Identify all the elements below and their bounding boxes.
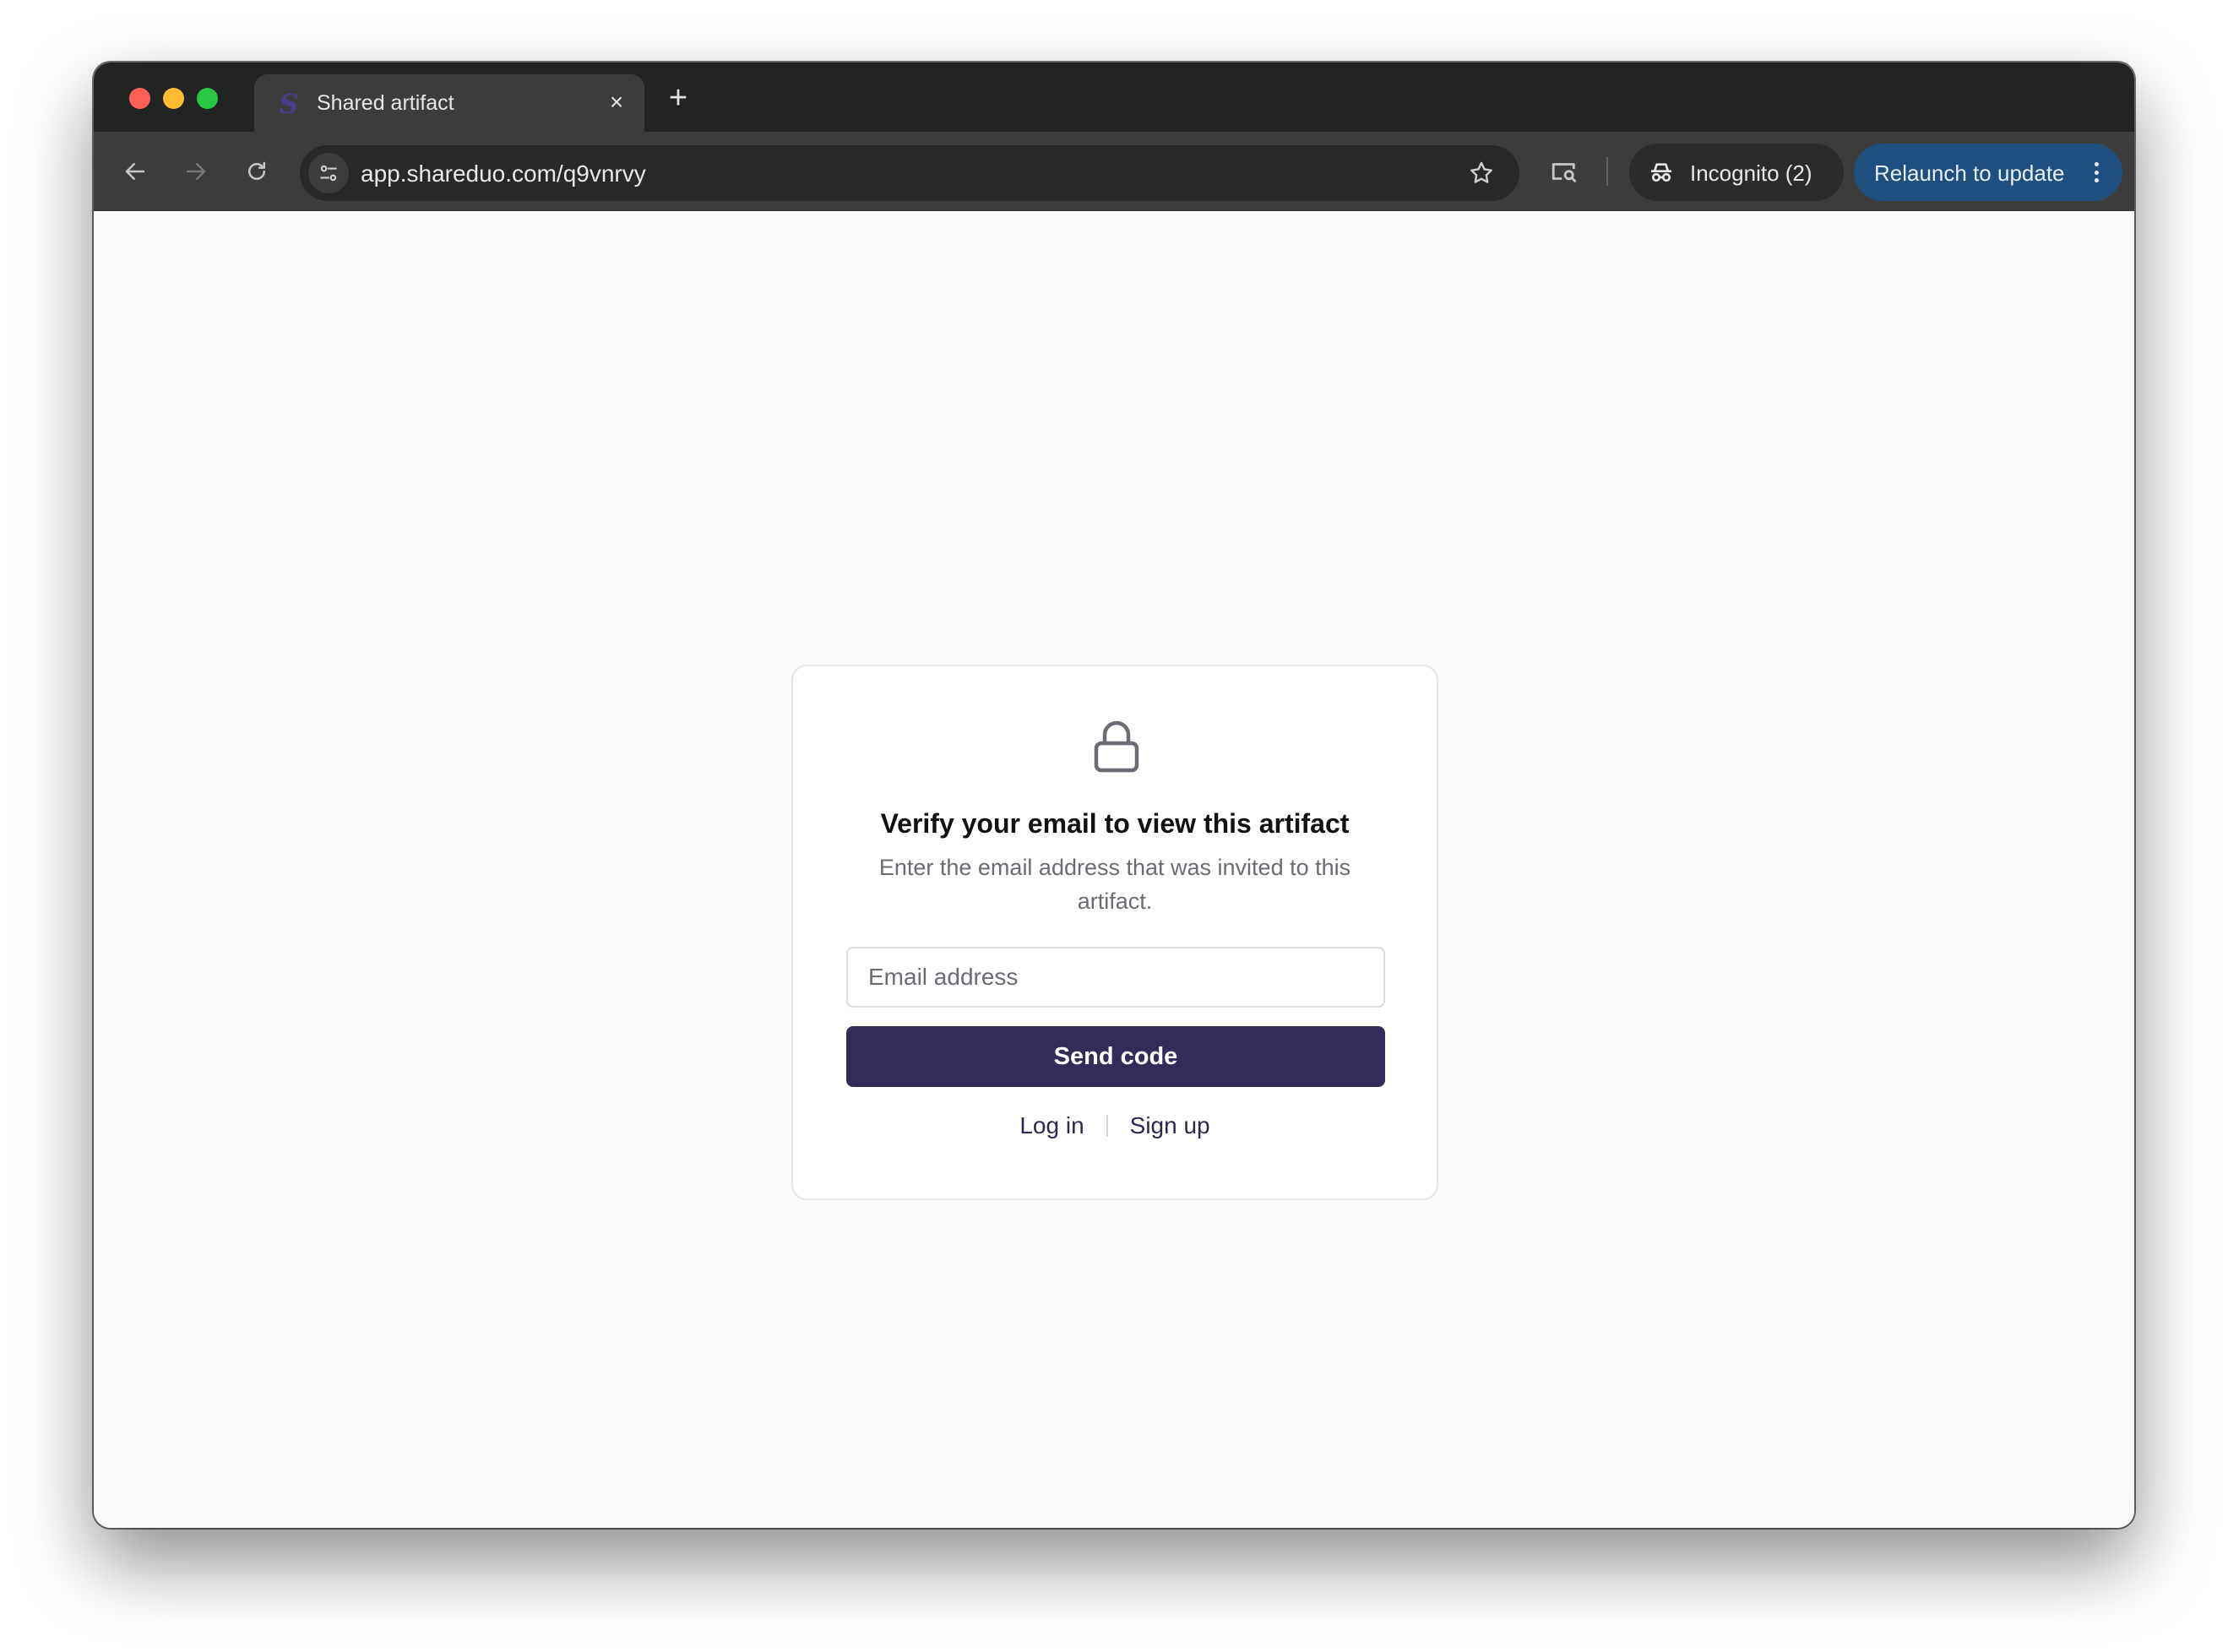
tab-shared-artifact[interactable]: S Shared artifact × — [254, 74, 644, 132]
shareduo-favicon-icon: S — [279, 88, 299, 120]
link-separator — [1106, 1115, 1108, 1137]
back-arrow-icon — [125, 163, 145, 180]
card-title: Verify your email to view this artifact — [880, 808, 1350, 839]
login-link[interactable]: Log in — [1019, 1112, 1084, 1139]
bookmark-button[interactable] — [1464, 155, 1499, 191]
site-info-button[interactable] — [308, 153, 349, 193]
toolbar-divider — [1606, 157, 1608, 186]
maximize-window-button[interactable] — [197, 88, 218, 109]
auth-links: Log in Sign up — [793, 1109, 1437, 1143]
close-window-button[interactable] — [129, 88, 150, 109]
more-vert-icon[interactable] — [2084, 159, 2109, 186]
send-code-button[interactable]: Send code — [846, 1026, 1385, 1087]
incognito-label: Incognito (2) — [1690, 160, 1812, 186]
tab-strip: S Shared artifact × + — [94, 62, 2134, 132]
page-content: Verify your email to view this artifact … — [94, 211, 2134, 1528]
forward-button[interactable] — [175, 150, 217, 193]
new-tab-button[interactable]: + — [660, 79, 697, 117]
signup-link[interactable]: Sign up — [1130, 1112, 1210, 1139]
address-bar[interactable]: app.shareduo.com/q9vnrvy — [300, 145, 1519, 201]
incognito-button[interactable]: Incognito (2) — [1629, 144, 1844, 201]
url-text[interactable]: app.shareduo.com/q9vnrvy — [361, 160, 646, 187]
browser-toolbar: app.shareduo.com/q9vnrvy Incognito (2) R… — [94, 132, 2134, 211]
verify-email-card: Verify your email to view this artifact … — [791, 665, 1438, 1200]
email-input[interactable] — [846, 947, 1385, 1008]
lock-icon — [1094, 720, 1139, 773]
lens-button[interactable] — [1543, 150, 1585, 193]
back-button[interactable] — [114, 150, 156, 193]
tab-title: Shared artifact — [317, 91, 454, 115]
relaunch-label: Relaunch to update — [1874, 160, 2065, 186]
reload-icon — [248, 161, 265, 180]
star-icon — [1470, 161, 1492, 183]
close-icon[interactable]: × — [602, 88, 631, 117]
minimize-window-button[interactable] — [163, 88, 184, 109]
site-info-icon — [320, 165, 337, 182]
browser-window: S Shared artifact × + app.shareduo.com/q… — [94, 62, 2134, 1528]
reload-button[interactable] — [236, 150, 278, 193]
card-description: Enter the email address that was invited… — [878, 855, 1351, 914]
forward-arrow-icon — [186, 163, 206, 180]
incognito-icon — [1651, 163, 1671, 182]
relaunch-to-update-button[interactable]: Relaunch to update — [1854, 144, 2122, 201]
lens-icon — [1551, 163, 1577, 182]
